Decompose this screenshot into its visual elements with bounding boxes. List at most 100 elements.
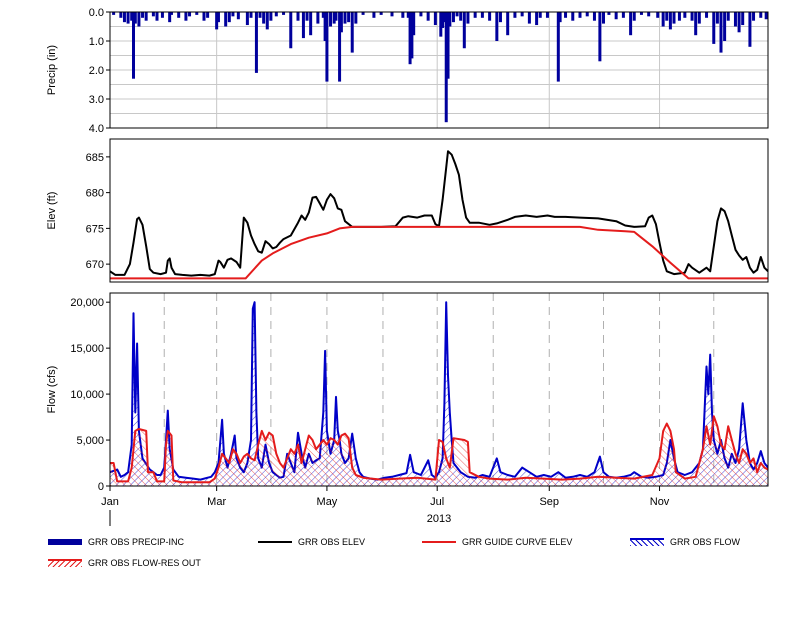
precip-bar (748, 12, 752, 47)
year-label: 2013 (427, 513, 451, 525)
precip-bar (632, 12, 636, 21)
precip-bar (668, 12, 672, 30)
precip-bar (224, 12, 228, 27)
x-tick-label: Sep (539, 496, 559, 508)
y-axis-label: Flow (cfs) (46, 366, 58, 414)
precip-bar (254, 12, 258, 73)
precip-bar (723, 12, 727, 41)
legend-label-precip: GRR OBS PRECIP-INC (88, 537, 185, 547)
precip-bar (343, 12, 347, 24)
panel-precipitation: 0.0 1.0 2.0 3.0 4.0 Precip (in) (46, 7, 769, 135)
precip-bar (227, 12, 231, 23)
precip-bar (289, 12, 293, 49)
precip-bar (141, 12, 145, 18)
precip-bar (133, 12, 137, 24)
precip-bar (122, 12, 126, 23)
precip-bar (144, 12, 148, 21)
precip-bar (712, 12, 716, 44)
precip-bar (726, 12, 730, 21)
legend-item-elev: GRR OBS ELEV (258, 536, 365, 548)
precip-bar (527, 12, 531, 24)
precip-bar (325, 12, 329, 82)
y-tick-label: 0.0 (89, 7, 104, 19)
y-axis-label: Elev (ft) (46, 192, 58, 230)
precip-bar (305, 12, 309, 21)
precip-bar (683, 12, 687, 18)
legend-item-precip: GRR OBS PRECIP-INC (48, 536, 184, 548)
precip-bar (480, 12, 484, 18)
precip-bar (752, 12, 756, 21)
y-tick-label: 20,000 (70, 297, 104, 309)
legend: GRR OBS PRECIP-INC GRR OBS ELEV GRR GUID… (0, 532, 800, 582)
precip-bar (694, 12, 698, 36)
precip-bar (715, 12, 719, 24)
legend-swatch-precip (48, 539, 82, 545)
precip-bar (520, 12, 524, 17)
precip-bar (412, 12, 416, 36)
precip-bar (258, 12, 262, 18)
precip-bar (466, 12, 470, 24)
precip-bar (513, 12, 517, 18)
precip-bar (202, 12, 206, 21)
y-tick-label: 680 (86, 188, 104, 200)
precip-bar (585, 12, 589, 17)
precip-bar (719, 12, 723, 53)
x-tick-label: Nov (650, 496, 670, 508)
legend-swatch-guide (422, 541, 456, 543)
precip-bar (265, 12, 269, 30)
y-tick-label: 675 (86, 223, 104, 235)
precip-bar (339, 12, 343, 33)
precip-bar (296, 12, 300, 21)
y-tick-label: 2.0 (89, 65, 104, 77)
precip-bar (177, 12, 181, 18)
precip-bar (690, 12, 694, 21)
panel-flow: 0 5,000 10,000 15,000 20,000 Flow (cfs) (46, 292, 769, 493)
precip-bar (448, 12, 452, 27)
precip-bar (334, 12, 338, 21)
precip-bar (151, 12, 155, 17)
precip-bar (498, 12, 502, 23)
precip-bar (677, 12, 681, 21)
precip-bar (329, 12, 333, 27)
precip-bar (665, 12, 669, 21)
panel-elevation: 670 675 680 685 Elev (ft) (46, 138, 769, 283)
precip-bar (614, 12, 618, 20)
precip-bar (137, 12, 141, 27)
precip-bar (564, 12, 568, 18)
precip-bar (538, 12, 542, 18)
y-tick-label: 0 (98, 481, 104, 493)
precip-bar (354, 12, 358, 24)
precip-bar (578, 12, 582, 18)
precip-bar (126, 12, 130, 24)
precip-bar (301, 12, 305, 39)
precip-bar (473, 12, 477, 18)
precip-bar (155, 12, 159, 21)
precip-bar (160, 12, 164, 18)
precip-bar (372, 12, 376, 18)
legend-label-guide: GRR GUIDE CURVE ELEV (462, 537, 573, 547)
x-tick-label: May (317, 496, 338, 508)
precip-bar (433, 12, 437, 26)
precip-bar (495, 12, 499, 41)
precip-bar (401, 12, 405, 18)
legend-label-flow-res-out: GRR OBS FLOW-RES OUT (88, 558, 201, 568)
y-tick-label: 10,000 (70, 389, 104, 401)
precip-bar (705, 12, 709, 18)
precip-bar (309, 12, 313, 36)
y-tick-label: 4.0 (89, 123, 104, 135)
precip-bar (556, 12, 560, 82)
precip-bar (245, 12, 249, 26)
y-tick-label: 1.0 (89, 36, 104, 48)
y-axis-label: Precip (in) (46, 45, 58, 95)
precip-bar (764, 12, 768, 20)
precip-bar (419, 12, 423, 17)
precip-bar (216, 12, 220, 23)
precip-bar (455, 12, 459, 17)
precip-bar (759, 12, 763, 18)
precip-bar (733, 12, 737, 27)
precip-bar (459, 12, 463, 21)
precip-bar (274, 12, 278, 17)
precip-bar (571, 12, 575, 21)
precip-bar (647, 12, 651, 17)
x-tick-label: Mar (207, 496, 226, 508)
